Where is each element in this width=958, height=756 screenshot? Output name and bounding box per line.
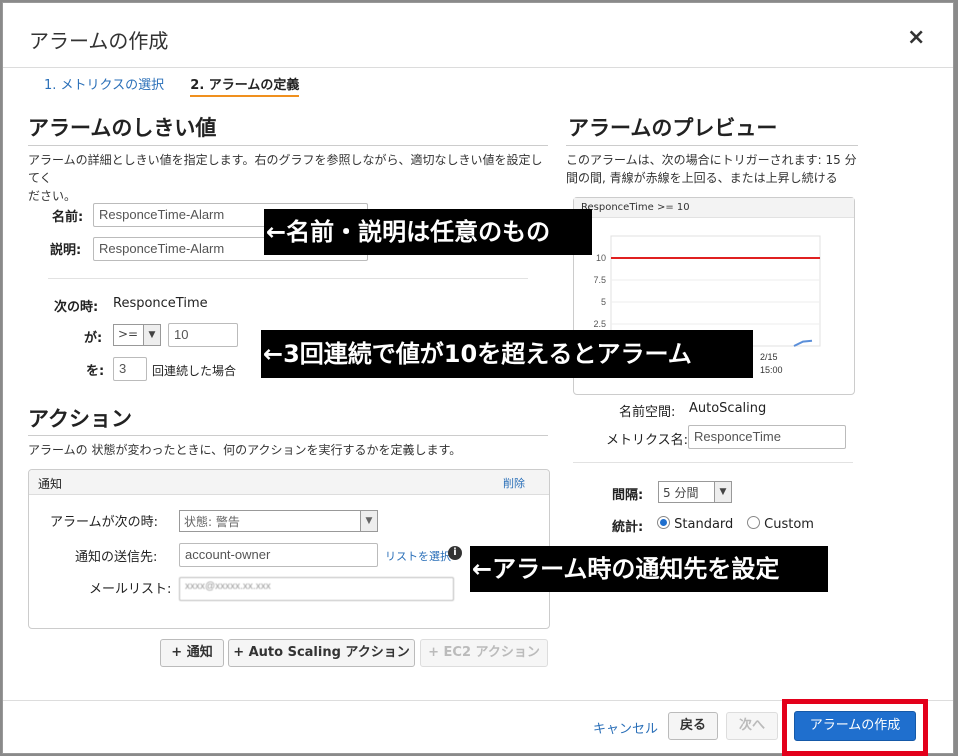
periods-input[interactable]: 3 — [113, 357, 147, 381]
wizard-steps: 1. メトリクスの選択 2. アラームの定義 — [44, 74, 300, 97]
name-label: 名前: — [52, 210, 84, 225]
standard-label: Standard — [674, 517, 734, 532]
alarm-state-select[interactable]: 状態: 警告 ▼ — [179, 510, 378, 532]
preview-desc-line2: 間の間, 青線が赤線を上回る、または上昇し続ける — [566, 171, 838, 185]
y-tick-label: 5 — [601, 297, 606, 307]
y-tick-label: 2.5 — [593, 319, 606, 329]
close-icon[interactable]: × — [907, 25, 925, 50]
dialog-header: アラームの作成 × — [3, 3, 953, 68]
preview-desc-line1: このアラームは、次の場合にトリガーされます: 15 分 — [566, 153, 857, 167]
statistic-label: 統計: — [612, 520, 644, 535]
next-button[interactable]: 次へ — [726, 712, 778, 740]
period-value: 5 分間 — [663, 486, 699, 500]
period-label: 間隔: — [612, 488, 644, 503]
add-ec2-action-button[interactable]: + EC2 アクション — [420, 639, 548, 667]
cancel-link[interactable]: キャンセル — [593, 718, 658, 737]
back-button[interactable]: 戻る — [668, 712, 718, 740]
y-tick-label: 10 — [596, 253, 606, 263]
create-alarm-button[interactable]: アラームの作成 — [794, 711, 916, 741]
period-select[interactable]: 5 分間 ▼ — [658, 481, 732, 503]
send-to-input[interactable]: account-owner — [179, 543, 378, 567]
divider — [566, 145, 858, 146]
annotation-notification: ←アラーム時の通知先を設定 — [470, 546, 828, 592]
threshold-heading: アラームのしきい値 — [28, 116, 217, 140]
metric-series-line — [793, 339, 813, 347]
operator-value: >= — [118, 327, 139, 341]
divider — [28, 435, 548, 436]
chevron-down-icon: ▼ — [143, 325, 160, 345]
metric-name-label: メトリクス名: — [606, 433, 688, 448]
statistic-standard-radio[interactable]: Standard — [657, 516, 733, 532]
metric-name-input[interactable]: ResponceTime — [688, 425, 846, 449]
step-define-alarm: 2. アラームの定義 — [190, 78, 300, 97]
alarm-state-label: アラームが次の時: — [50, 515, 158, 530]
dialog-title: アラームの作成 — [29, 29, 169, 53]
radio-icon — [747, 516, 760, 529]
namespace-value: AutoScaling — [689, 401, 767, 416]
chevron-down-icon: ▼ — [714, 482, 731, 502]
divider — [48, 278, 528, 279]
annotation-threshold: ←3回連続で値が10を超えるとアラーム — [261, 330, 753, 378]
divider — [28, 145, 548, 146]
divider — [573, 462, 853, 463]
description-label: 説明: — [50, 243, 82, 258]
actions-heading: アクション — [28, 407, 132, 431]
chart-title: ResponceTime >= 10 — [574, 198, 854, 218]
add-notification-button[interactable]: + 通知 — [160, 639, 224, 667]
preview-heading: アラームのプレビュー — [568, 116, 778, 140]
is-label: が: — [84, 331, 103, 346]
threshold-description: アラームの詳細としきい値を指定します。右のグラフを参照しながら、適切なしきい値を… — [28, 151, 553, 205]
annotation-name-desc: ←名前・説明は任意のもの — [264, 209, 592, 255]
info-icon[interactable]: i — [448, 546, 462, 560]
email-list-label: メールリスト: — [89, 582, 172, 597]
alarm-state-value: 状態: 警告 — [184, 515, 240, 529]
select-list-link[interactable]: リストを選択 — [385, 548, 451, 564]
add-autoscaling-action-button[interactable]: + Auto Scaling アクション — [228, 639, 415, 667]
namespace-label: 名前空間: — [619, 405, 676, 420]
notification-panel-header: 通知 削除 — [29, 470, 549, 495]
actions-description: アラームの 状態が変わったときに、何のアクションを実行するかを定義します。 — [28, 443, 462, 457]
preview-description: このアラームは、次の場合にトリガーされます: 15 分 間の間, 青線が赤線を上… — [566, 151, 858, 187]
threshold-input[interactable]: 10 — [168, 323, 238, 347]
threshold-desc-line1: アラームの詳細としきい値を指定します。右のグラフを参照しながら、適切なしきい値を… — [28, 153, 543, 185]
custom-label: Custom — [764, 517, 814, 532]
for-label: を: — [86, 364, 105, 379]
notification-panel-title: 通知 — [38, 477, 63, 491]
delete-link[interactable]: 削除 — [503, 475, 525, 491]
statistic-custom-radio[interactable]: Custom — [747, 516, 814, 532]
chevron-down-icon: ▼ — [360, 511, 377, 531]
y-tick-label: 7.5 — [593, 275, 606, 285]
step-select-metrics[interactable]: 1. メトリクスの選択 — [44, 78, 164, 93]
when-metric: ResponceTime — [113, 296, 208, 311]
send-to-label: 通知の送信先: — [75, 550, 158, 565]
email-list-textarea[interactable]: xxxx@xxxxx.xx.xxx — [179, 577, 454, 601]
radio-selected-icon — [657, 516, 670, 529]
periods-suffix: 回連続した場合 — [152, 364, 237, 378]
operator-select[interactable]: >= ▼ — [113, 324, 161, 346]
x-tick-label: 15:00 — [760, 365, 783, 375]
x-tick-label: 2/15 — [760, 352, 778, 362]
when-label: 次の時: — [54, 300, 99, 315]
